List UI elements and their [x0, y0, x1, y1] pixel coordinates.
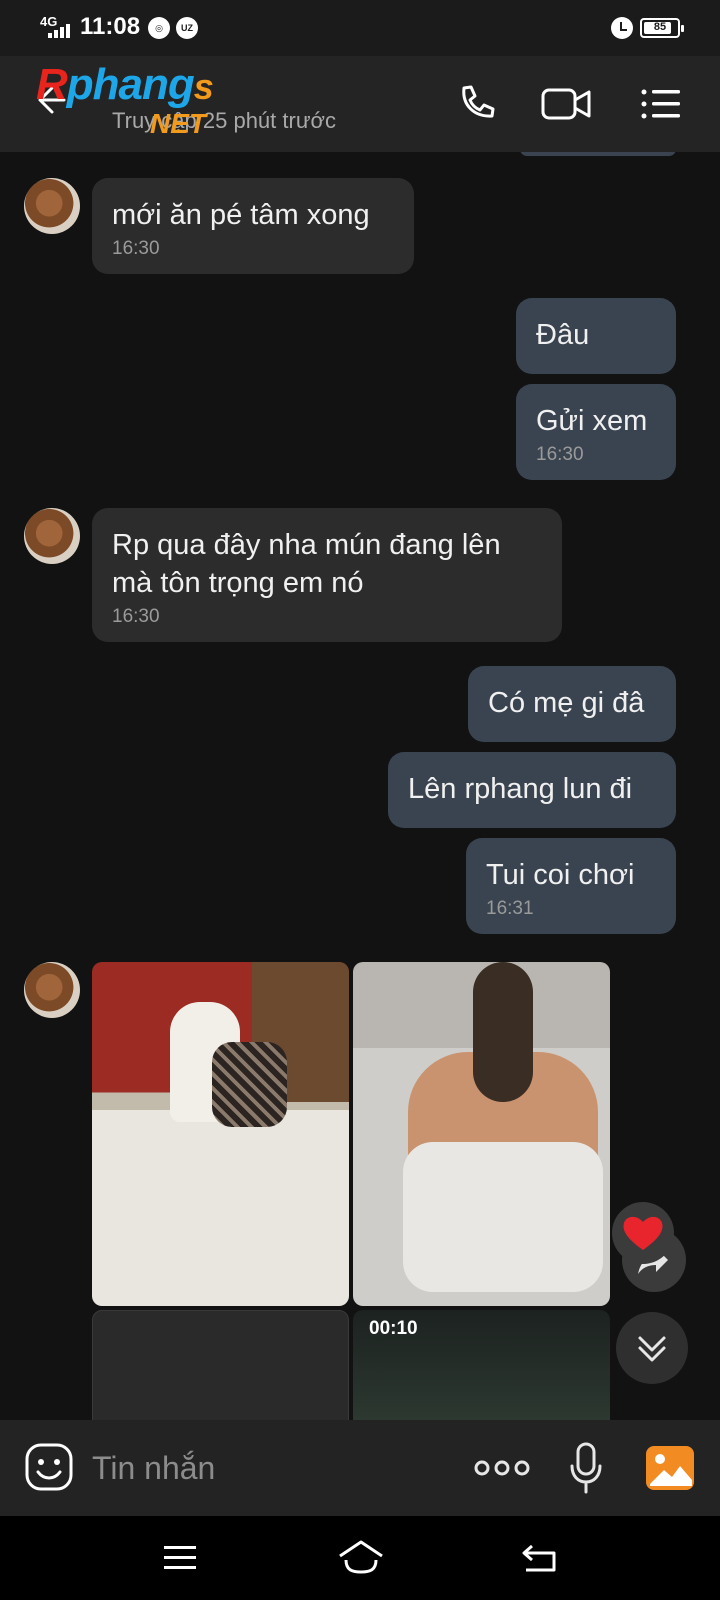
message-text: Có mẹ gi đâ [488, 687, 645, 719]
watermark-logo-net: NET [150, 108, 206, 139]
composer-bar [0, 1420, 720, 1516]
message-time: 16:30 [112, 606, 160, 627]
message-bubble-incoming[interactable]: Rp qua đây nha mún đang lên mà tôn trọng… [92, 508, 562, 642]
watermark-logo: Rphangs [36, 60, 214, 109]
zalo-icon: UZ [176, 17, 198, 39]
message-bubble-outgoing[interactable]: Gửi xem 16:30 [516, 384, 676, 480]
menu-list-icon[interactable] [636, 80, 684, 128]
message-time: 16:30 [112, 238, 160, 259]
shared-photo-placeholder[interactable] [92, 1310, 349, 1420]
recent-apps-icon[interactable] [158, 1536, 202, 1580]
shared-photo[interactable] [92, 962, 349, 1306]
message-text: mới ăn pé tâm xong [112, 199, 370, 231]
avatar[interactable] [24, 178, 80, 234]
chat-header: Truy cập 25 phút trước Rphangs NET [0, 56, 720, 152]
video-duration: 00:10 [369, 1318, 418, 1339]
message-time: 16:30 [536, 444, 584, 465]
message-text: Gửi xem [536, 405, 648, 437]
microphone-icon[interactable] [566, 1440, 606, 1496]
chrome-icon: ◎ [148, 17, 170, 39]
sticker-emoji-icon[interactable] [24, 1442, 74, 1492]
shared-video[interactable]: 00:10 [353, 1310, 610, 1420]
home-icon[interactable] [336, 1536, 386, 1580]
status-bar: 4G 11:08 ◎ UZ 85 [0, 0, 720, 56]
message-bubble-outgoing[interactable]: Đâu [516, 298, 676, 374]
gallery-image-icon[interactable] [644, 1442, 696, 1494]
shared-photo[interactable] [353, 962, 610, 1306]
battery-percent: 85 [653, 21, 667, 33]
system-navigation-bar [0, 1516, 720, 1600]
back-nav-icon[interactable] [518, 1536, 562, 1580]
message-bubble-outgoing[interactable]: Lên rphang lun đi [388, 752, 676, 828]
message-text: Lên rphang lun đi [408, 773, 633, 805]
message-list[interactable]: mới ăn pé tâm xong 16:30 Đâu Gửi xem 16:… [0, 152, 720, 1420]
message-time: 16:31 [486, 898, 534, 919]
more-options-icon[interactable] [474, 1450, 530, 1486]
message-text: Đâu [536, 319, 590, 351]
avatar[interactable] [24, 962, 80, 1018]
message-bubble-incoming[interactable]: mới ăn pé tâm xong 16:30 [92, 178, 414, 274]
message-bubble-outgoing[interactable]: Tui coi chơi 16:31 [466, 838, 676, 934]
last-seen-status: Truy cập 25 phút trước [112, 108, 336, 133]
message-input[interactable] [92, 1446, 432, 1490]
message-text: Rp qua đây nha mún đang lên mà tôn trọng… [112, 529, 501, 599]
alarm-icon [611, 17, 633, 39]
phone-icon[interactable] [452, 80, 500, 128]
avatar[interactable] [24, 508, 80, 564]
message-bubble-outgoing[interactable]: Có mẹ gi đâ [468, 666, 676, 742]
heart-icon [623, 1216, 663, 1250]
scroll-to-bottom-button[interactable] [616, 1312, 688, 1384]
message-text: Tui coi chơi [486, 859, 635, 891]
battery-icon: 85 [640, 18, 684, 38]
video-call-icon[interactable] [540, 80, 592, 128]
clock: 11:08 [80, 13, 141, 40]
double-chevron-down-icon [638, 1336, 666, 1362]
signal-icon [48, 22, 74, 38]
reaction-button[interactable] [612, 1202, 674, 1264]
previous-message-bubble[interactable] [520, 152, 676, 156]
